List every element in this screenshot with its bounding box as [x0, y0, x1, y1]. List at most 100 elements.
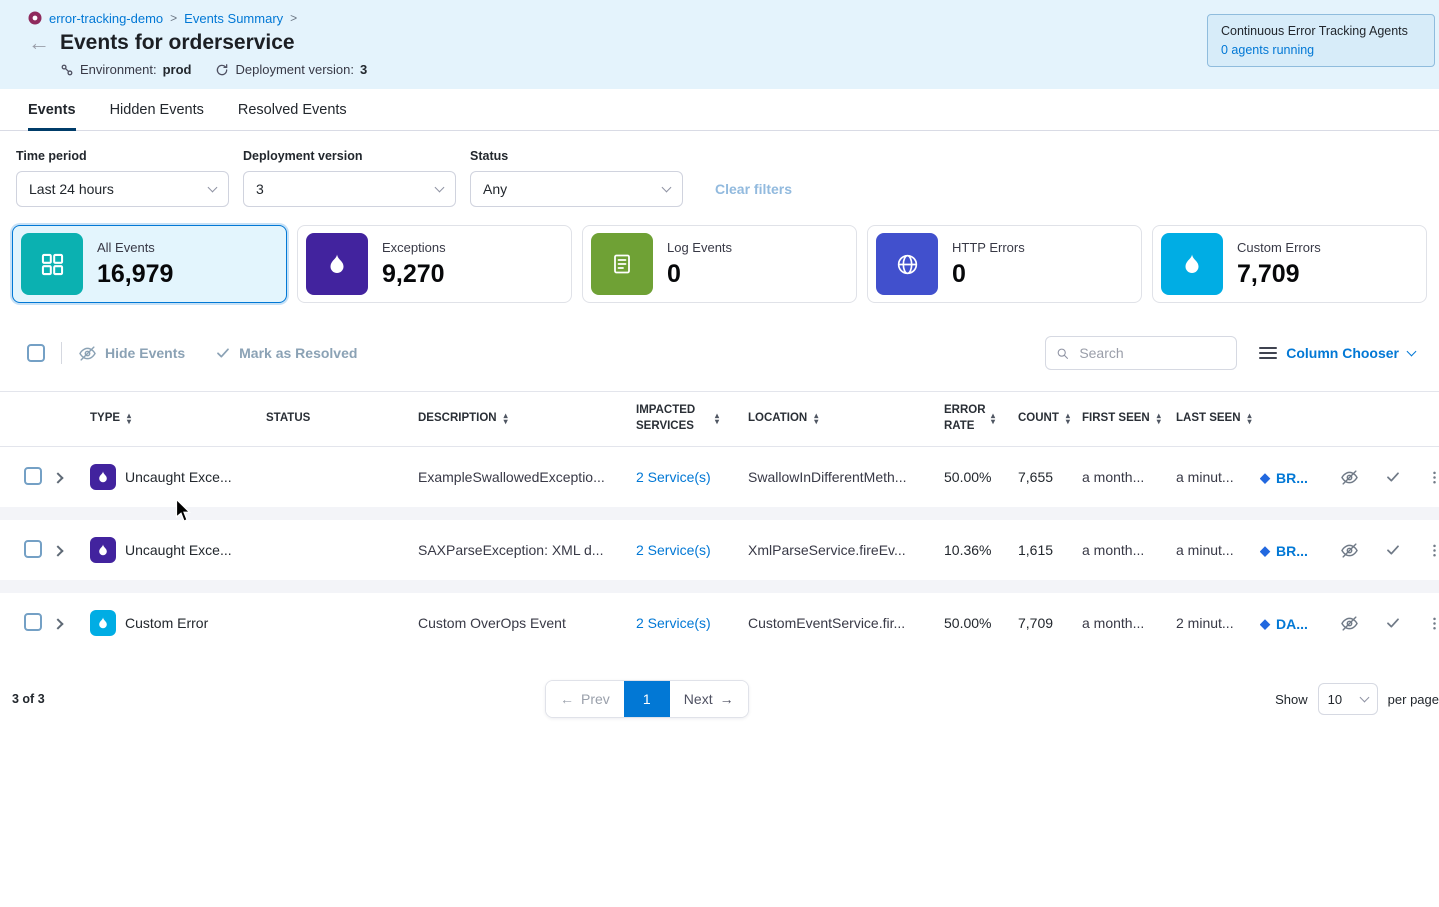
prev-label: Prev [581, 691, 610, 707]
filter-bar: Time period Last 24 hours Deployment ver… [0, 131, 1439, 207]
agents-running-link[interactable]: 0 agents running [1221, 43, 1421, 57]
expand-row-icon[interactable] [54, 618, 64, 629]
column-label: COUNT [1018, 411, 1059, 427]
tab-hidden-events[interactable]: Hidden Events [110, 89, 204, 130]
column-chooser-button[interactable]: Column Chooser [1259, 345, 1415, 361]
ticket-link[interactable]: ◆BR... [1260, 470, 1308, 486]
search-input[interactable] [1077, 344, 1226, 362]
select-all-checkbox[interactable] [27, 344, 45, 362]
event-count: 7,709 [1018, 615, 1082, 631]
resolve-event-icon[interactable] [1385, 615, 1401, 631]
column-header-count[interactable]: COUNT ▴▾ [1018, 411, 1082, 427]
status-select[interactable]: Any [470, 171, 683, 207]
card-exceptions[interactable]: Exceptions9,270 [297, 225, 572, 303]
prev-page-button[interactable]: ← Prev [546, 681, 624, 717]
sort-icon[interactable]: ▴▾ [991, 413, 995, 425]
event-location: SwallowInDifferentMeth... [748, 469, 944, 485]
chevron-down-icon [208, 183, 218, 193]
row-checkbox[interactable] [24, 467, 42, 485]
card-http-errors[interactable]: HTTP Errors0 [867, 225, 1142, 303]
column-header-location[interactable]: LOCATION ▴▾ [748, 411, 944, 427]
sort-down-glyph: ▾ [814, 419, 818, 425]
page-number-button[interactable]: 1 [624, 681, 670, 717]
deployment-version-select[interactable]: 3 [243, 171, 456, 207]
document-icon [591, 233, 653, 295]
divider [61, 342, 62, 364]
table-footer: 3 of 3 ← Prev 1 Next → Show 10 per page [0, 681, 1439, 717]
status-value: Any [483, 181, 507, 197]
back-arrow-icon[interactable]: ← [28, 32, 50, 54]
flame-icon [1161, 233, 1223, 295]
sort-icon[interactable]: ▴▾ [1248, 413, 1252, 425]
next-label: Next [684, 691, 713, 707]
hide-event-icon[interactable] [1340, 468, 1359, 487]
arrow-right-icon: → [720, 691, 734, 707]
ticket-id: BR... [1276, 543, 1308, 559]
row-menu-kebab-icon[interactable] [1427, 616, 1439, 631]
ticket-link[interactable]: ◆BR... [1260, 543, 1308, 559]
hide-event-icon[interactable] [1340, 614, 1359, 633]
resolve-event-icon[interactable] [1385, 542, 1401, 558]
tab-bar: Events Hidden Events Resolved Events [0, 89, 1439, 131]
impacted-services-link[interactable]: 2 Service(s) [636, 469, 711, 485]
ticket-link[interactable]: ◆DA... [1260, 616, 1308, 632]
first-seen: a month... [1082, 615, 1176, 631]
column-header-description[interactable]: DESCRIPTION ▴▾ [418, 411, 636, 427]
breadcrumb-link-events-summary[interactable]: Events Summary [184, 11, 283, 26]
mark-resolved-button[interactable]: Mark as Resolved [215, 345, 357, 361]
check-icon [215, 345, 231, 361]
card-value: 16,979 [97, 260, 173, 289]
breadcrumb-link-project[interactable]: error-tracking-demo [49, 11, 163, 26]
row-range: 3 of 3 [12, 692, 45, 706]
impacted-services-link[interactable]: 2 Service(s) [636, 542, 711, 558]
sort-icon[interactable]: ▴▾ [814, 413, 818, 425]
last-seen: a minut... [1176, 469, 1260, 485]
error-rate: 50.00% [944, 615, 1018, 631]
row-checkbox[interactable] [24, 540, 42, 558]
hide-event-icon[interactable] [1340, 541, 1359, 560]
column-header-error-rate[interactable]: ERROR RATE ▴▾ [944, 403, 1018, 434]
hide-events-button[interactable]: Hide Events [78, 344, 185, 363]
column-header-first-seen[interactable]: FIRST SEEN ▴▾ [1082, 411, 1176, 427]
column-header-impacted-services[interactable]: IMPACTED SERVICES ▴▾ [636, 403, 748, 434]
column-header-status: STATUS [266, 411, 418, 427]
card-label: All Events [97, 240, 155, 255]
sort-icon[interactable]: ▴▾ [1066, 413, 1070, 425]
card-log-events[interactable]: Log Events0 [582, 225, 857, 303]
mark-resolved-label: Mark as Resolved [239, 345, 357, 361]
sort-down-glyph: ▾ [127, 419, 131, 425]
expand-row-icon[interactable] [54, 472, 64, 483]
column-label: FIRST SEEN [1082, 411, 1150, 427]
breadcrumb-separator: > [290, 11, 297, 25]
next-page-button[interactable]: Next → [670, 681, 748, 717]
event-count: 1,615 [1018, 542, 1082, 558]
resolve-event-icon[interactable] [1385, 469, 1401, 485]
sort-icon[interactable]: ▴▾ [504, 413, 508, 425]
row-menu-kebab-icon[interactable] [1427, 543, 1439, 558]
column-label: TYPE [90, 411, 120, 427]
page-size-select[interactable]: 10 [1318, 683, 1378, 715]
card-all-events[interactable]: All Events 16,979 [12, 225, 287, 303]
card-custom-errors[interactable]: Custom Errors7,709 [1152, 225, 1427, 303]
clear-filters-button[interactable]: Clear filters [715, 181, 792, 197]
column-label: LOCATION [748, 411, 807, 427]
event-type: Uncaught Exce... [125, 542, 232, 558]
expand-row-icon[interactable] [54, 545, 64, 556]
tab-events[interactable]: Events [28, 89, 76, 130]
sort-icon[interactable]: ▴▾ [1157, 413, 1161, 425]
column-header-last-seen[interactable]: LAST SEEN ▴▾ [1176, 411, 1260, 427]
tab-resolved-events[interactable]: Resolved Events [238, 89, 347, 130]
impacted-services-link[interactable]: 2 Service(s) [636, 615, 711, 631]
event-location: CustomEventService.fir... [748, 615, 944, 631]
grid-icon [21, 233, 83, 295]
chevron-down-icon [1407, 347, 1417, 357]
time-period-select[interactable]: Last 24 hours [16, 171, 229, 207]
row-checkbox[interactable] [24, 613, 42, 631]
sort-icon[interactable]: ▴▾ [715, 413, 719, 425]
row-menu-kebab-icon[interactable] [1427, 470, 1439, 485]
event-count: 7,655 [1018, 469, 1082, 485]
custom-error-type-icon [90, 610, 116, 636]
time-period-label: Time period [16, 149, 229, 163]
sort-icon[interactable]: ▴▾ [127, 413, 131, 425]
column-header-type[interactable]: TYPE ▴▾ [90, 411, 266, 427]
